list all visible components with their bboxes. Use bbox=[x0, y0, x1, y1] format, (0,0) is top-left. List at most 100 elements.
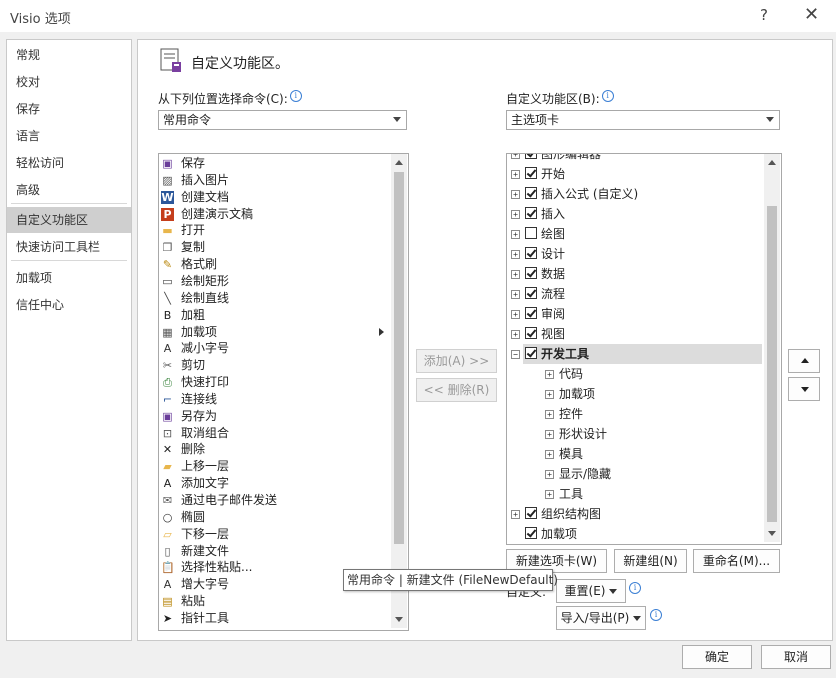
nav-item[interactable]: 语言 bbox=[7, 123, 131, 149]
close-button[interactable]: ✕ bbox=[804, 4, 819, 25]
help-button[interactable]: ? bbox=[760, 6, 768, 24]
command-item[interactable]: ▤ 粘贴 bbox=[159, 593, 389, 610]
tab-checkbox[interactable] bbox=[525, 207, 537, 219]
cancel-button[interactable]: 取消 bbox=[761, 645, 831, 669]
add-button[interactable]: 添加(A) >> bbox=[416, 349, 497, 373]
expand-icon[interactable]: + bbox=[511, 330, 520, 339]
expand-icon[interactable]: + bbox=[545, 470, 554, 479]
tab-checkbox[interactable] bbox=[525, 187, 537, 199]
command-item[interactable]: ✉ 通过电子邮件发送 bbox=[159, 492, 389, 509]
ok-button[interactable]: 确定 bbox=[682, 645, 752, 669]
expand-icon[interactable]: + bbox=[511, 250, 520, 259]
nav-item[interactable]: 常规 bbox=[7, 42, 131, 68]
tab-checkbox[interactable] bbox=[525, 327, 537, 339]
scroll-thumb[interactable] bbox=[767, 206, 777, 522]
command-item[interactable]: ⌐ 连接线 bbox=[159, 391, 389, 408]
tree-tab-item[interactable]: + 图形编辑器 bbox=[507, 154, 762, 164]
tree-group-item[interactable]: + 控件 bbox=[507, 404, 762, 424]
nav-item[interactable]: 保存 bbox=[7, 96, 131, 122]
tree-tab-item[interactable]: + 流程 bbox=[507, 284, 762, 304]
scroll-up-button[interactable] bbox=[764, 155, 779, 170]
command-item[interactable]: ╲ 绘制直线 bbox=[159, 290, 389, 307]
tree-group-item[interactable]: + 加载项 bbox=[507, 384, 762, 404]
expand-icon[interactable]: + bbox=[545, 390, 554, 399]
tab-checkbox[interactable] bbox=[525, 507, 537, 519]
tab-checkbox[interactable] bbox=[525, 154, 537, 159]
command-item[interactable]: P 创建演示文稿 bbox=[159, 206, 389, 223]
expand-icon[interactable]: + bbox=[511, 310, 520, 319]
command-item[interactable]: ⊡ 取消组合 bbox=[159, 425, 389, 442]
nav-item[interactable]: 快速访问工具栏 bbox=[7, 234, 131, 260]
scroll-thumb[interactable] bbox=[394, 172, 404, 544]
command-item[interactable]: ▰ 上移一层 bbox=[159, 458, 389, 475]
nav-item[interactable]: 自定义功能区 bbox=[7, 207, 131, 233]
tree-tab-item[interactable]: + 开始 bbox=[507, 164, 762, 184]
command-item[interactable]: ✎ 格式刷 bbox=[159, 256, 389, 273]
tab-checkbox[interactable] bbox=[525, 527, 537, 539]
expand-icon[interactable]: + bbox=[511, 290, 520, 299]
tree-tab-item[interactable]: − 开发工具 bbox=[507, 344, 762, 364]
nav-item[interactable]: 校对 bbox=[7, 69, 131, 95]
command-item[interactable]: ▣ 另存为 bbox=[159, 408, 389, 425]
tab-checkbox[interactable] bbox=[525, 287, 537, 299]
command-item[interactable]: ➤ 指针工具 bbox=[159, 610, 389, 627]
nav-item[interactable]: 轻松访问 bbox=[7, 150, 131, 176]
command-item[interactable]: ▭ 绘制矩形 bbox=[159, 273, 389, 290]
command-item[interactable]: ✂ 剪切 bbox=[159, 357, 389, 374]
command-item[interactable]: A 减小字号 bbox=[159, 340, 389, 357]
tab-checkbox[interactable] bbox=[525, 347, 537, 359]
ribbon-tree[interactable]: + 图形编辑器 + 开始 + 插入公式 (自定义) + 插入 + 绘图 + 设计 + 数据 + 流程 + 审阅 + 视… bbox=[506, 153, 782, 545]
tree-group-item[interactable]: + 形状设计 bbox=[507, 424, 762, 444]
scroll-down-button[interactable] bbox=[391, 612, 406, 627]
tree-tab-item[interactable]: + 插入 bbox=[507, 204, 762, 224]
expand-icon[interactable]: + bbox=[511, 230, 520, 239]
command-item[interactable]: ▦ 加载项 bbox=[159, 324, 389, 341]
tree-tab-item[interactable]: + 视图 bbox=[507, 324, 762, 344]
command-item[interactable]: ▯ 新建文件 bbox=[159, 543, 389, 560]
tree-tab-item[interactable]: +帮助 bbox=[507, 544, 762, 545]
ribbon-tabs-dropdown[interactable]: 主选项卡 bbox=[506, 110, 780, 130]
expand-icon[interactable]: + bbox=[511, 190, 520, 199]
command-item[interactable]: ▬ 打开 bbox=[159, 222, 389, 239]
tree-group-item[interactable]: + 显示/隐藏 bbox=[507, 464, 762, 484]
new-group-button[interactable]: 新建组(N) bbox=[614, 549, 687, 573]
nav-item[interactable]: 信任中心 bbox=[7, 292, 131, 318]
expand-icon[interactable]: + bbox=[545, 430, 554, 439]
nav-item[interactable]: 加载项 bbox=[7, 265, 131, 291]
tree-group-item[interactable]: + 模具 bbox=[507, 444, 762, 464]
tree-tab-item[interactable]: + 组织结构图 bbox=[507, 504, 762, 524]
reset-button[interactable]: 重置(E) bbox=[556, 579, 626, 603]
tab-checkbox[interactable] bbox=[525, 267, 537, 279]
expand-icon[interactable]: + bbox=[545, 370, 554, 379]
tree-tab-item[interactable]: + 审阅 bbox=[507, 304, 762, 324]
tree-tab-item[interactable]: + 数据 bbox=[507, 264, 762, 284]
tab-checkbox[interactable] bbox=[525, 227, 537, 239]
scroll-up-button[interactable] bbox=[391, 155, 406, 170]
commands-from-dropdown[interactable]: 常用命令 bbox=[158, 110, 407, 130]
expand-icon[interactable]: + bbox=[545, 450, 554, 459]
commands-list[interactable]: ▣ 保存 ▨ 插入图片 W 创建文档 P 创建演示文稿 ▬ 打开 ❐ 复制 ✎ 格式刷 ▭ 绘制矩形 ╲ 绘制直线… bbox=[158, 153, 409, 631]
command-item[interactable]: ○ 椭圆 bbox=[159, 509, 389, 526]
expand-icon[interactable]: + bbox=[511, 154, 520, 159]
move-up-button[interactable] bbox=[788, 349, 820, 373]
expand-icon[interactable]: + bbox=[511, 170, 520, 179]
expand-icon[interactable]: + bbox=[545, 410, 554, 419]
tab-checkbox[interactable] bbox=[525, 167, 537, 179]
expand-icon[interactable]: + bbox=[511, 270, 520, 279]
expand-icon[interactable]: + bbox=[511, 510, 520, 519]
command-item[interactable]: B 加粗 bbox=[159, 307, 389, 324]
remove-button[interactable]: << 删除(R) bbox=[416, 378, 497, 402]
tree-tab-item[interactable]: + 插入公式 (自定义) bbox=[507, 184, 762, 204]
command-item[interactable]: A 添加文字 bbox=[159, 475, 389, 492]
command-item[interactable]: ▣ 保存 bbox=[159, 155, 389, 172]
tab-checkbox[interactable] bbox=[525, 247, 537, 259]
tree-group-item[interactable]: + 工具 bbox=[507, 484, 762, 504]
nav-item[interactable]: 高级 bbox=[7, 177, 131, 203]
expand-icon[interactable]: + bbox=[545, 490, 554, 499]
tree-scrollbar[interactable] bbox=[764, 154, 780, 542]
tab-checkbox[interactable] bbox=[525, 307, 537, 319]
rename-button[interactable]: 重命名(M)... bbox=[693, 549, 780, 573]
command-item[interactable]: ▨ 插入图片 bbox=[159, 172, 389, 189]
command-item[interactable]: ❐ 复制 bbox=[159, 239, 389, 256]
import-export-button[interactable]: 导入/导出(P) bbox=[556, 606, 646, 630]
